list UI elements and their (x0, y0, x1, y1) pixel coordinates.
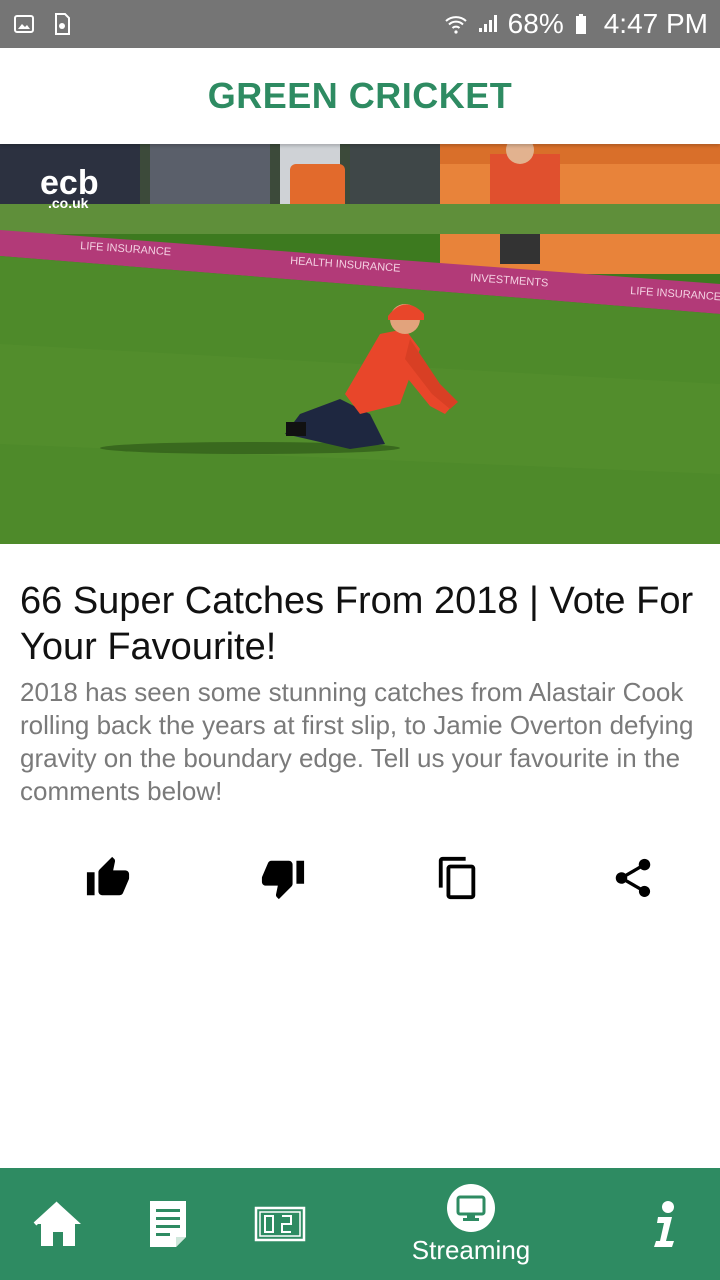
thumbs-up-icon (86, 856, 130, 896)
article: 66 Super Catches From 2018 | Vote For Yo… (20, 578, 716, 808)
news-icon (150, 1201, 186, 1247)
nav-scores[interactable] (250, 1168, 310, 1280)
status-left (12, 12, 74, 36)
home-icon (33, 1201, 81, 1246)
article-description: 2018 has seen some stunning catches from… (20, 677, 694, 806)
status-right: 68% 4:47 PM (444, 8, 708, 40)
scoreboard-icon (254, 1206, 306, 1242)
signal-icon (476, 12, 500, 36)
nav-home[interactable] (28, 1168, 88, 1280)
screen: 68% 4:47 PM GREEN CRICKET LIFE INSURANCE… (0, 0, 720, 1280)
app-header: GREEN CRICKET (0, 48, 720, 144)
nav-streaming[interactable]: Streaming (400, 1168, 542, 1280)
status-bar: 68% 4:47 PM (0, 0, 720, 48)
image-icon (12, 12, 36, 36)
clock: 4:47 PM (603, 8, 708, 39)
ecb-logo-sub: .co.uk (48, 195, 89, 211)
video-thumbnail[interactable]: LIFE INSURANCE HEALTH INSURANCE INVESTME… (0, 144, 720, 544)
copy-button[interactable] (434, 854, 482, 902)
streaming-icon (447, 1183, 495, 1232)
info-icon (654, 1201, 674, 1247)
dislike-button[interactable] (259, 854, 307, 902)
copy-icon (438, 856, 476, 900)
battery-percent: 68% (507, 8, 564, 39)
action-row (0, 848, 720, 908)
app-title: GREEN CRICKET (207, 75, 513, 116)
share-icon (615, 858, 651, 898)
share-button[interactable] (609, 854, 657, 902)
cricket-catch-thumbnail: LIFE INSURANCE HEALTH INSURANCE INVESTME… (0, 144, 720, 544)
sim-icon (50, 12, 74, 36)
battery-icon (572, 12, 596, 36)
bottom-nav: Streaming (0, 1168, 720, 1280)
nav-info[interactable] (640, 1168, 690, 1280)
thumbs-down-icon (261, 860, 305, 900)
wifi-icon (444, 12, 468, 36)
nav-news[interactable] (140, 1168, 196, 1280)
like-button[interactable] (84, 854, 132, 902)
article-title: 66 Super Catches From 2018 | Vote For Yo… (20, 580, 694, 668)
nav-streaming-label: Streaming (411, 1234, 531, 1265)
